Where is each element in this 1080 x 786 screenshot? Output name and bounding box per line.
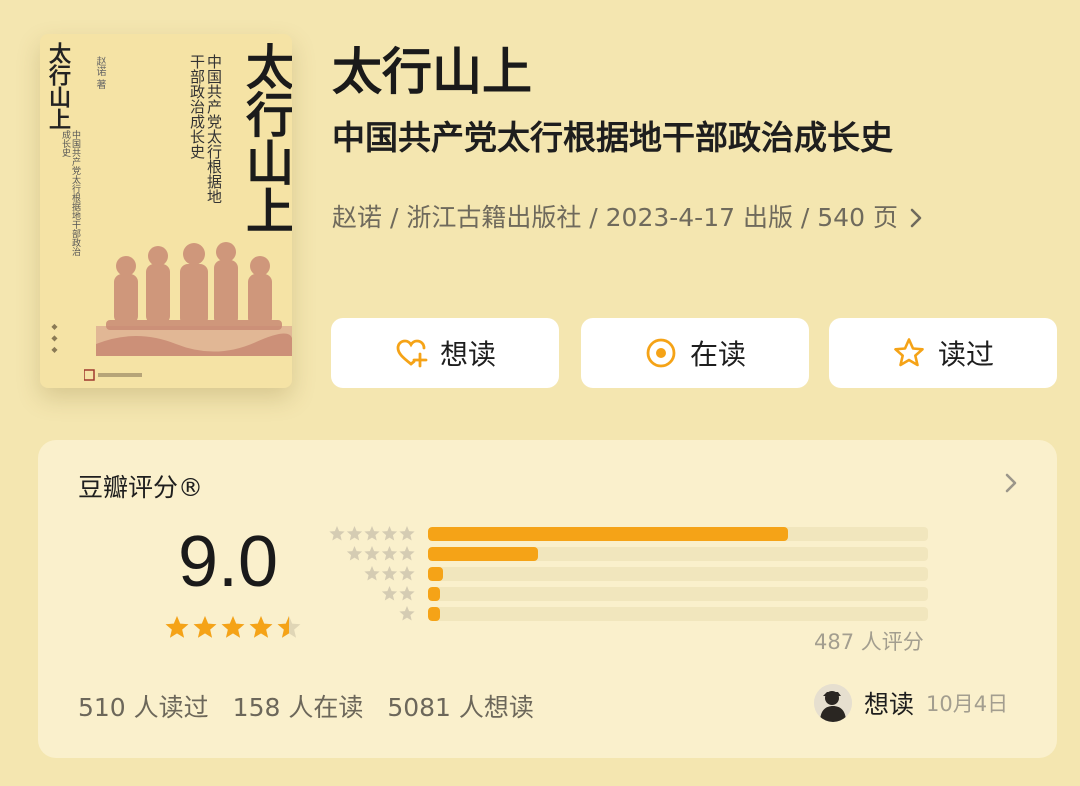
distribution-bar-track	[428, 527, 928, 541]
distribution-row	[326, 604, 946, 624]
distribution-bar-track	[428, 607, 928, 621]
have-read-label: 读过	[937, 338, 994, 371]
distribution-stars-icon	[381, 586, 415, 601]
distribution-star	[381, 546, 398, 561]
distribution-bar-fill	[428, 527, 788, 541]
distribution-star	[399, 526, 415, 541]
rating-star-filled	[165, 616, 189, 638]
chevron-right-icon[interactable]	[1002, 470, 1020, 496]
distribution-star	[381, 586, 398, 601]
rating-star-filled	[193, 616, 217, 638]
distribution-bar-fill	[428, 567, 443, 581]
distribution-bar-track	[428, 587, 928, 601]
distribution-star	[399, 546, 415, 561]
reader-stats: 510 人读过 158 人在读 5081 人想读	[78, 688, 534, 724]
distribution-row	[326, 544, 946, 564]
cover-subtitle: 中国共产党太行根据地干部政治成长史	[188, 54, 223, 204]
reading-label: 在读	[689, 338, 746, 371]
distribution-star	[399, 586, 415, 601]
rating-distribution	[326, 524, 946, 624]
cover-author: 赵诺 著	[94, 56, 105, 90]
rating-card[interactable]: 豆瓣评分® 9.0 487 人评分 510 人读过 158 人在读 5081 人…	[38, 440, 1057, 758]
distribution-star	[364, 526, 380, 541]
cover-side-text: ◆ ◆ ◆	[50, 322, 59, 355]
rating-star-filled	[221, 616, 245, 638]
target-icon	[646, 338, 676, 368]
reading-button[interactable]: 在读	[581, 318, 809, 388]
distribution-star	[364, 566, 380, 581]
recent-date: 10月4日	[926, 692, 1009, 716]
distribution-star	[399, 606, 415, 621]
distribution-bar-fill	[428, 607, 440, 621]
want-count[interactable]: 5081 人想读	[387, 688, 534, 724]
cover-title: 太行山上	[237, 42, 292, 234]
distribution-row	[326, 564, 946, 584]
distribution-star	[364, 546, 380, 561]
read-count[interactable]: 510 人读过	[78, 688, 209, 724]
distribution-stars-icon	[329, 526, 415, 541]
distribution-stars-icon	[364, 566, 415, 581]
distribution-stars-icon	[346, 546, 415, 561]
want-to-read-label: 想读	[439, 338, 496, 371]
distribution-star	[329, 526, 345, 541]
distribution-bar-track	[428, 567, 928, 581]
star-outline-icon	[894, 338, 924, 367]
distribution-row	[326, 584, 946, 604]
distribution-star	[381, 526, 398, 541]
rating-star-filled	[249, 616, 273, 638]
rating-stars	[165, 616, 301, 638]
distribution-star	[346, 526, 363, 541]
book-title: 太行山上	[332, 43, 532, 101]
chevron-right-icon	[910, 208, 922, 228]
rating-score: 9.0	[178, 522, 279, 602]
book-subtitle: 中国共产党太行根据地干部政治成长史	[332, 118, 893, 157]
want-to-read-button[interactable]: 想读	[331, 318, 559, 388]
cover-subtitle-small: 中国共产党太行根据地干部政治成长史	[60, 130, 80, 256]
cover-illustration	[96, 242, 292, 356]
heart-plus-icon	[396, 339, 428, 368]
recent-activity[interactable]: 想读 10月4日	[814, 684, 1008, 722]
distribution-bar-fill	[428, 587, 440, 601]
distribution-star	[399, 566, 415, 581]
rating-heading: 豆瓣评分®	[78, 473, 204, 502]
avatar	[814, 684, 852, 722]
distribution-stars-icon	[399, 606, 415, 621]
distribution-star	[381, 566, 398, 581]
distribution-star	[346, 546, 363, 561]
distribution-row	[326, 524, 946, 544]
book-meta[interactable]: 赵诺 / 浙江古籍出版社 / 2023-4-17 出版 / 540 页	[332, 198, 924, 238]
raters-count[interactable]: 487 人评分	[814, 626, 924, 656]
distribution-bar-fill	[428, 547, 538, 561]
reading-count[interactable]: 158 人在读	[233, 688, 364, 724]
cover-title-small: 太行山上	[45, 42, 71, 130]
book-meta-text: 赵诺 / 浙江古籍出版社 / 2023-4-17 出版 / 540 页	[332, 203, 898, 232]
recent-action: 想读	[864, 690, 915, 719]
distribution-bar-track	[428, 547, 928, 561]
book-cover[interactable]: 太行山上 赵诺 著 中国共产党太行根据地干部政治成长史 中国共产党太行根据地干部…	[40, 34, 292, 388]
publisher-logo	[84, 369, 142, 381]
have-read-button[interactable]: 读过	[829, 318, 1057, 388]
